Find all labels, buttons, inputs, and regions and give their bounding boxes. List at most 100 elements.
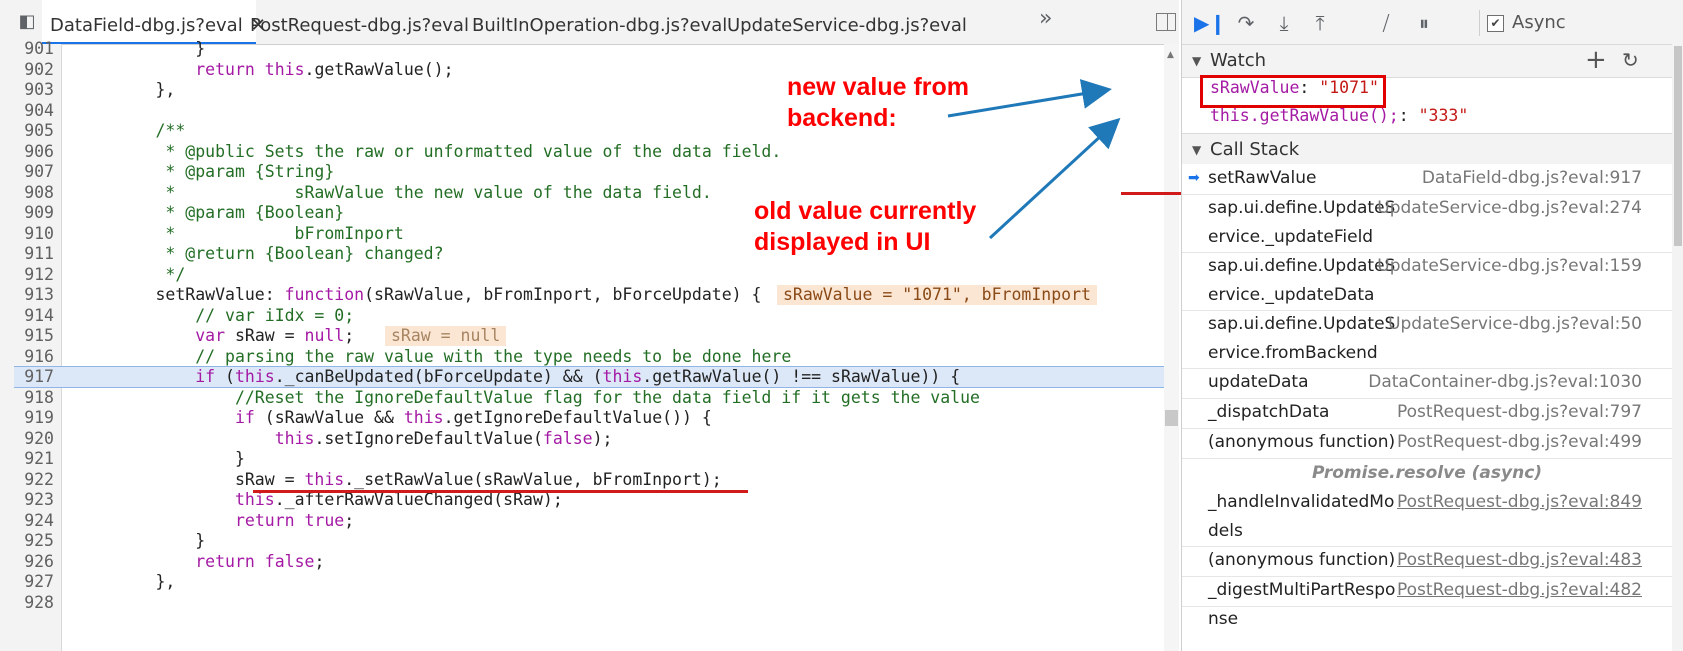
code-line[interactable]: 916 // parsing the raw value with the ty… [14, 346, 1164, 368]
line-number[interactable]: 912 [14, 264, 54, 286]
code-line[interactable]: 912 */ [14, 264, 1164, 286]
code-line[interactable]: 906 * @public Sets the raw or unformatte… [14, 141, 1164, 163]
step-out-icon[interactable]: ⤒ [1306, 10, 1334, 36]
async-checkbox[interactable]: ✔ [1487, 15, 1504, 32]
callstack-frame[interactable]: (anonymous function) PostRequest-dbg.js?e… [1182, 546, 1672, 576]
line-number[interactable]: 928 [14, 592, 54, 614]
toggle-navigator-icon[interactable]: ◧ [14, 10, 40, 34]
callstack-header[interactable]: ▼ Call Stack [1182, 133, 1672, 167]
code-line[interactable]: 917 if (this._canBeUpdated(bForceUpdate)… [14, 366, 1164, 388]
line-number[interactable]: 922 [14, 469, 54, 491]
code-text: /** [155, 121, 186, 140]
code-line[interactable]: 927 }, [14, 571, 1164, 593]
toggle-debugger-icon[interactable] [1156, 13, 1176, 31]
callstack-frame[interactable]: updateData DataContainer-dbg.js?eval:1030 [1182, 368, 1672, 398]
scroll-up-icon[interactable]: ▲ [1167, 50, 1174, 60]
line-number[interactable]: 909 [14, 202, 54, 224]
add-watch-icon[interactable]: + [1585, 45, 1607, 75]
line-number[interactable]: 903 [14, 79, 54, 101]
line-number[interactable]: 901 [14, 38, 54, 60]
expand-triangle-icon[interactable]: ▼ [1192, 143, 1201, 157]
code-line[interactable]: 921 } [14, 448, 1164, 470]
callstack-frame[interactable]: _dispatchData PostRequest-dbg.js?eval:797 [1182, 398, 1672, 428]
line-number[interactable]: 916 [14, 346, 54, 368]
line-number[interactable]: 927 [14, 571, 54, 593]
frame-location[interactable]: PostRequest-dbg.js?eval:797 [1397, 398, 1642, 427]
expand-triangle-icon[interactable]: ▼ [1192, 54, 1201, 68]
line-number[interactable]: 926 [14, 551, 54, 573]
line-number[interactable]: 918 [14, 387, 54, 409]
step-into-icon[interactable]: ⤓ [1270, 10, 1298, 36]
line-number[interactable]: 924 [14, 510, 54, 532]
sidebar-scrollbar[interactable] [1672, 46, 1683, 651]
line-number[interactable]: 910 [14, 223, 54, 245]
line-number[interactable]: 907 [14, 161, 54, 183]
line-number[interactable]: 915 [14, 325, 54, 347]
line-number[interactable]: 906 [14, 141, 54, 163]
frame-location[interactable]: PostRequest-dbg.js?eval:499 [1397, 428, 1642, 457]
code-line[interactable]: 922 sRaw = this._setRawValue(sRawValue, … [14, 469, 1164, 491]
line-number[interactable]: 920 [14, 428, 54, 450]
line-number[interactable]: 902 [14, 59, 54, 81]
refresh-watch-icon[interactable]: ↻ [1622, 48, 1639, 72]
line-number[interactable]: 923 [14, 489, 54, 511]
callstack-frame[interactable]: _handleInvalidatedModels PostRequest-dbg.… [1182, 488, 1672, 546]
code-line[interactable]: 924 return true; [14, 510, 1164, 532]
code-area[interactable]: 901 } 902 return this.getRawValue(); 903 }… [14, 39, 1179, 651]
line-number[interactable]: 914 [14, 305, 54, 327]
frame-location[interactable]: UpdateService-dbg.js?eval:274 [1377, 194, 1642, 223]
frame-location[interactable]: DataContainer-dbg.js?eval:1030 [1368, 368, 1642, 397]
line-number[interactable]: 921 [14, 448, 54, 470]
line-number[interactable]: 911 [14, 243, 54, 265]
callstack-frame[interactable]: sap.ui.define.UpdateService._updateData U… [1182, 252, 1672, 310]
callstack-frame[interactable]: _digestMultiPartResponse PostRequest-dbg.… [1182, 576, 1672, 629]
callstack-frame[interactable]: (anonymous function) PostRequest-dbg.js?e… [1182, 428, 1672, 458]
callstack-frame[interactable]: sap.ui.define.UpdateService._updateField… [1182, 194, 1672, 252]
code-line[interactable]: 905 /** [14, 120, 1164, 142]
watch-header[interactable]: ▼ Watch + ↻ [1182, 44, 1672, 78]
frame-location[interactable]: UpdateService-dbg.js?eval:50 [1388, 310, 1642, 339]
code-line[interactable]: 909 * @param {Boolean} [14, 202, 1164, 224]
code-line[interactable]: 903 }, [14, 79, 1164, 101]
code-line[interactable]: 904 [14, 100, 1164, 122]
code-line[interactable]: 925 } [14, 530, 1164, 552]
frame-location[interactable]: PostRequest-dbg.js?eval:849 [1397, 488, 1642, 517]
code-line[interactable]: 907 * @param {String} [14, 161, 1164, 183]
line-number[interactable]: 917 [14, 367, 54, 387]
line-number[interactable]: 913 [14, 284, 54, 306]
line-number[interactable]: 919 [14, 407, 54, 429]
code-line[interactable]: 928 [14, 592, 1164, 614]
pause-on-exceptions-icon[interactable]: ⏸ [1410, 10, 1438, 36]
callstack-frame[interactable]: sap.ui.define.UpdateService.fromBackend U… [1182, 310, 1672, 368]
code-line[interactable]: 918 //Reset the IgnoreDefaultValue flag … [14, 387, 1164, 409]
code-line[interactable]: 915 var sRaw = null; sRaw = null [14, 325, 1164, 347]
frame-location[interactable]: PostRequest-dbg.js?eval:483 [1397, 546, 1642, 575]
line-number[interactable]: 904 [14, 100, 54, 122]
more-tabs-icon[interactable]: » [1039, 6, 1052, 31]
line-number[interactable]: 925 [14, 530, 54, 552]
frame-location[interactable]: UpdateService-dbg.js?eval:159 [1377, 252, 1642, 281]
code-line[interactable]: 911 * @return {Boolean} changed? [14, 243, 1164, 265]
code-line[interactable]: 926 return false; [14, 551, 1164, 573]
resume-icon[interactable]: ▶❙ [1194, 10, 1226, 36]
line-number[interactable]: 908 [14, 182, 54, 204]
code-line[interactable]: 902 return this.getRawValue(); [14, 59, 1164, 81]
code-line[interactable]: 919 if (sRawValue && this.getIgnoreDefau… [14, 407, 1164, 429]
line-number[interactable]: 905 [14, 120, 54, 142]
code-line[interactable]: 914 // var iIdx = 0; [14, 305, 1164, 327]
scroll-thumb[interactable] [1165, 410, 1178, 426]
editor-scrollbar[interactable]: ▲ [1164, 44, 1179, 651]
scroll-thumb[interactable] [1674, 46, 1682, 246]
tab-label: DataField-dbg.js?eval [50, 15, 243, 36]
callstack-frame[interactable]: ➡ setRawValue DataField-dbg.js?eval:917 [1182, 164, 1672, 194]
code-line[interactable]: 920 this.setIgnoreDefaultValue(false); [14, 428, 1164, 450]
code-line[interactable]: 908 * sRawValue the new value of the dat… [14, 182, 1164, 204]
watch-item[interactable]: this.getRawValue();: "333" [1210, 102, 1468, 130]
step-over-icon[interactable]: ↷ [1232, 10, 1260, 36]
frame-location[interactable]: PostRequest-dbg.js?eval:482 [1397, 576, 1642, 605]
code-line[interactable]: 910 * bFromInport [14, 223, 1164, 245]
frame-location[interactable]: DataField-dbg.js?eval:917 [1422, 164, 1642, 193]
code-line[interactable]: 901 } [14, 38, 1164, 60]
code-line[interactable]: 913 setRawValue: function(sRawValue, bFr… [14, 284, 1164, 306]
deactivate-breakpoints-icon[interactable]: ⧸ [1372, 10, 1400, 36]
